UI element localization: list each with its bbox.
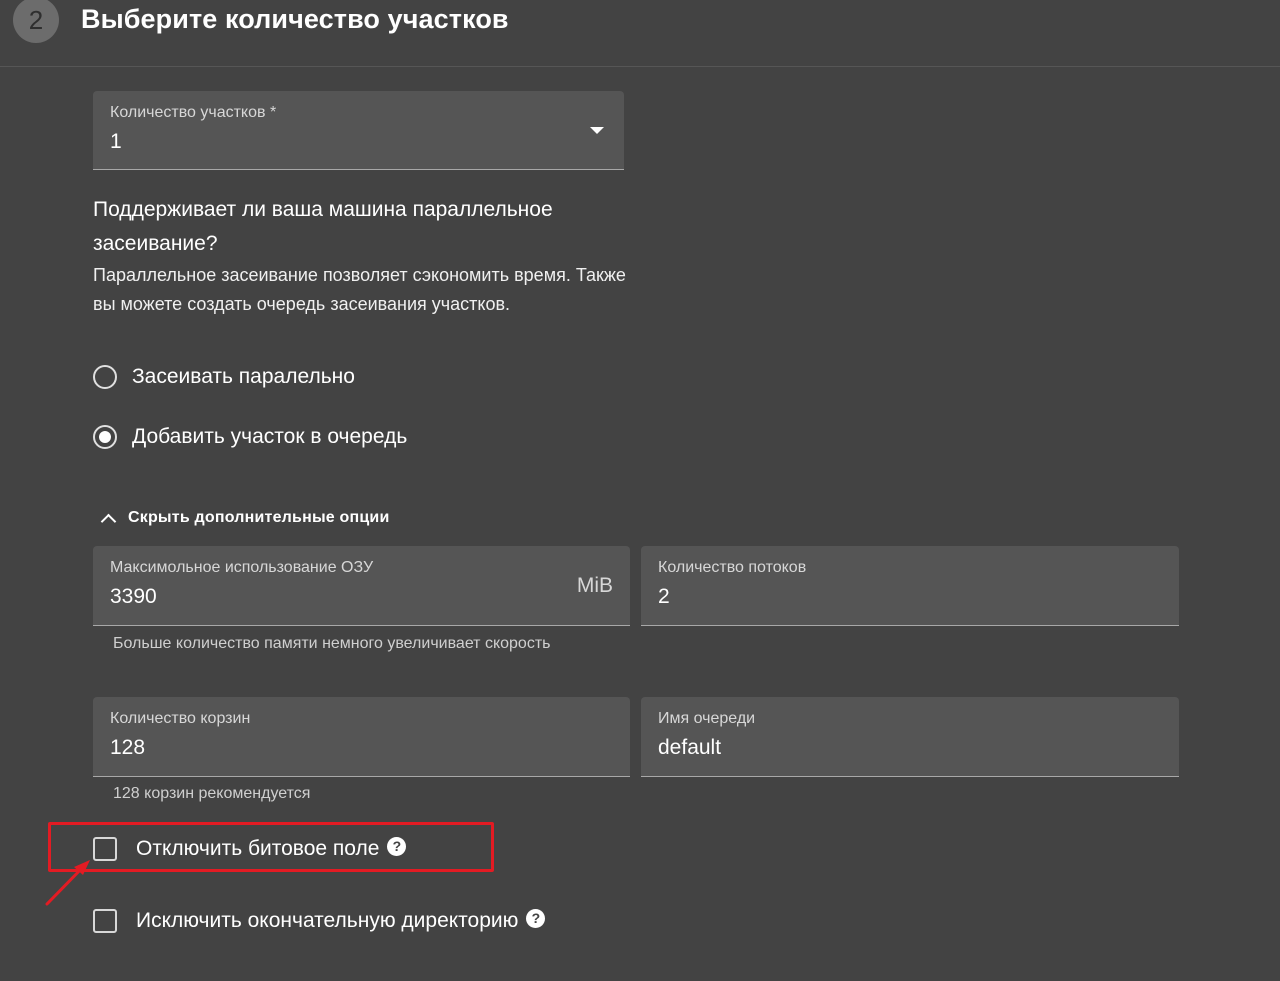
queue-name-input[interactable]: Имя очереди default [641,697,1179,777]
parallel-description: Параллельное засеивание позволяет сэконо… [93,265,626,314]
max-ram-value: 3390 [110,585,157,608]
radio-option-parallel[interactable]: Засеивать паралельно [93,362,355,392]
threads-label: Количество потоков [658,559,807,576]
max-ram-label: Максимольное использование ОЗУ [110,559,374,576]
queue-name-label: Имя очереди [658,710,756,727]
exclude-final-dir-checkbox[interactable]: Исключить окончательную директорию ? [93,906,546,936]
radio-unchecked-icon[interactable] [93,365,117,389]
annotation-highlight-box [48,822,494,872]
buckets-value: 128 [110,736,146,759]
radio-checked-icon[interactable] [93,425,117,449]
threads-input[interactable]: Количество потоков 2 [641,546,1179,626]
help-icon[interactable]: ? [526,908,546,928]
checkbox-unchecked-icon[interactable] [93,909,117,933]
buckets-label: Количество корзин [110,710,251,727]
hide-advanced-options-label: Скрыть дополнительные опции [128,509,390,526]
plots-count-value: 1 [110,130,122,153]
ram-hint: Больше количество памяти немного увеличи… [113,635,551,652]
radio-option-queue[interactable]: Добавить участок в очередь [93,422,407,452]
parallel-question: Поддерживает ли ваша машина параллельное… [93,198,553,255]
plots-count-label: Количество участков * [110,104,277,121]
max-ram-input[interactable]: Максимольное использование ОЗУ 3390 MiB [93,546,630,626]
radio-option-label: Добавить участок в очередь [132,425,408,448]
queue-name-value: default [658,736,722,759]
chevron-up-icon [100,513,117,529]
dropdown-arrow-icon[interactable] [590,127,604,134]
hide-advanced-options-button[interactable]: Скрыть дополнительные опции [100,505,390,531]
annotation-arrow-icon [45,860,90,906]
buckets-hint: 128 корзин рекомендуется [113,785,311,802]
step-number-badge: 2 [13,0,59,43]
exclude-final-dir-label: Исключить окончательную директорию [136,909,519,932]
step-title: Выберите количество участков [81,4,509,34]
plotting-settings-page: 2 Выберите количество участков Количеств… [0,0,1280,981]
buckets-input[interactable]: Количество корзин 128 [93,697,630,777]
radio-option-label: Засеивать паралельно [132,365,355,388]
step-header: 2 Выберите количество участков [0,0,1280,67]
ram-unit-suffix: MiB [576,574,613,597]
threads-value: 2 [658,585,670,608]
plots-count-select[interactable]: Количество участков * 1 [93,91,624,170]
